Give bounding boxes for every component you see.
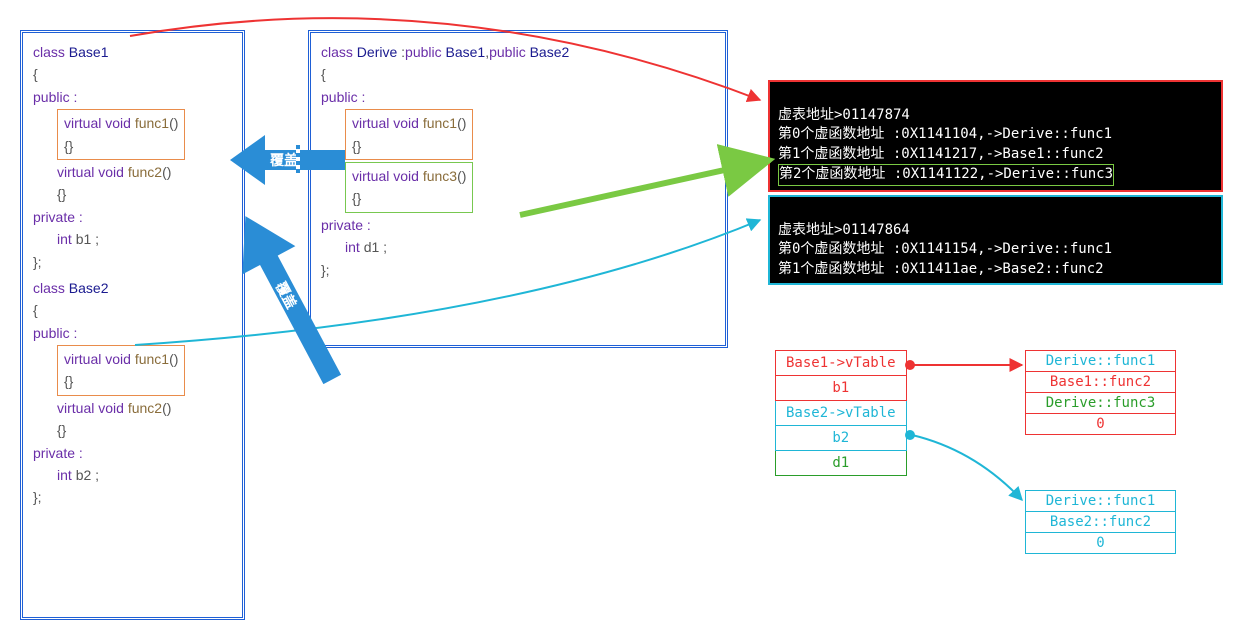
base2-func1: virtual void func1() {} — [57, 345, 185, 396]
brace-close: }; — [33, 486, 232, 508]
svg-text:覆盖: 覆盖 — [273, 279, 300, 311]
vt2-row-2: 0 — [1026, 533, 1176, 554]
console-vtable-2: 虚表地址>01147864 第0个虚函数地址 :0X1141154,->Deri… — [768, 195, 1223, 285]
brace: { — [33, 63, 232, 85]
vtable-1: Derive::func1 Base1::func2 Derive::func3… — [1025, 350, 1176, 435]
private-label: private : — [321, 214, 715, 236]
base1-member: int b1 ; — [33, 228, 232, 250]
brace-close: }; — [321, 259, 715, 281]
vt1-row-3: 0 — [1026, 414, 1176, 435]
dot-cyan — [905, 430, 915, 440]
private-label: private : — [33, 442, 232, 464]
mem-row-base2-vtable: Base2->vTable — [776, 401, 907, 426]
mem-row-d1: d1 — [776, 451, 907, 476]
object-memory-layout: Base1->vTable b1 Base2->vTable b2 d1 — [775, 350, 907, 476]
brace-close: }; — [33, 251, 232, 273]
private-label: private : — [33, 206, 232, 228]
mem-row-b1: b1 — [776, 376, 907, 401]
public-label: public : — [33, 86, 232, 108]
arrow-mem-to-vt2 — [912, 435, 1022, 500]
dot-red — [905, 360, 915, 370]
public-label: public : — [321, 86, 715, 108]
public-label: public : — [33, 322, 232, 344]
mem-row-b2: b2 — [776, 426, 907, 451]
mem-row-base1-vtable: Base1->vTable — [776, 351, 907, 376]
console-vtable-1: 虚表地址>01147874 第0个虚函数地址 :0X1141104,->Deri… — [768, 80, 1223, 192]
vt1-row-1: Base1::func2 — [1026, 372, 1176, 393]
base1-func1: virtual void func1() {} — [57, 109, 185, 160]
derive-decl: class Derive :public Base1,public Base2 — [321, 41, 715, 63]
base2-member: int b2 ; — [33, 464, 232, 486]
derive-member: int d1 ; — [321, 236, 715, 258]
base-classes-box: class Base1 { public : virtual void func… — [20, 30, 245, 620]
svg-text:覆盖: 覆盖 — [270, 152, 298, 168]
brace: { — [33, 299, 232, 321]
derive-func1: virtual void func1() {} — [345, 109, 473, 160]
brace: { — [321, 63, 715, 85]
vtable-2: Derive::func1 Base2::func2 0 — [1025, 490, 1176, 554]
vt1-row-0: Derive::func1 — [1026, 351, 1176, 372]
derive-func3: virtual void func3() {} — [345, 162, 473, 213]
base1-func2: virtual void func2() {} — [33, 161, 232, 206]
base2-decl: class Base2 — [33, 277, 232, 299]
base2-func2: virtual void func2() {} — [33, 397, 232, 442]
vt2-row-0: Derive::func1 — [1026, 491, 1176, 512]
vt2-row-1: Base2::func2 — [1026, 512, 1176, 533]
derive-class-box: class Derive :public Base1,public Base2 … — [308, 30, 728, 348]
base1-decl: class Base1 — [33, 41, 232, 63]
vt1-row-2: Derive::func3 — [1026, 393, 1176, 414]
